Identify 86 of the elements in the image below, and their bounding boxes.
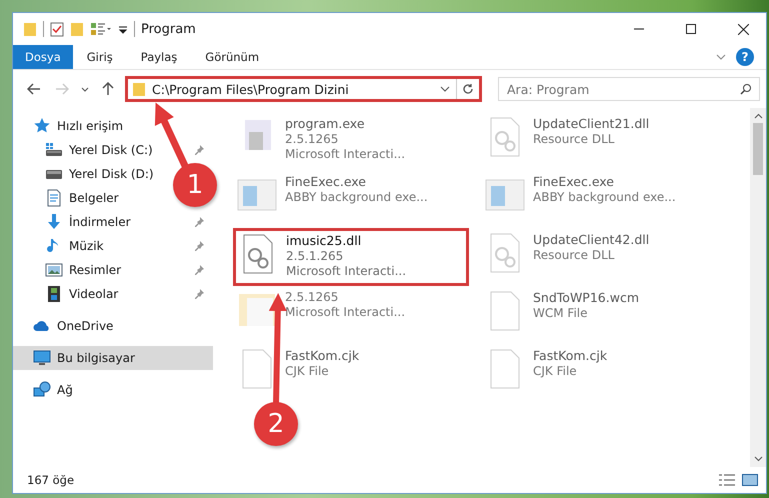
file-name: UpdateClient42.dll bbox=[533, 232, 650, 247]
file-tile[interactable]: 2.5.1265 Microsoft Interacti... bbox=[233, 286, 469, 344]
sidebar-item[interactable]: Yerel Disk (D:) bbox=[13, 162, 160, 186]
file-name: UpdateClient21.dll bbox=[533, 116, 650, 131]
file-tile[interactable]: imusic25.dll 2.5.1.265 Microsoft Interacti... bbox=[233, 228, 469, 286]
download-icon bbox=[45, 213, 63, 231]
sidebar-item[interactable]: Yerel Disk (C:) bbox=[13, 138, 213, 162]
drive-win-icon bbox=[45, 141, 63, 159]
close-icon[interactable] bbox=[738, 24, 748, 34]
chevron-down-icon[interactable] bbox=[81, 86, 89, 92]
address-bar[interactable]: C:\Program Files\Program Dizini bbox=[125, 76, 482, 102]
file-tile[interactable]: FastKom.cjk CJK File bbox=[481, 344, 717, 402]
file-tile[interactable]: FineExec.exe ABBY background exe... bbox=[233, 170, 469, 228]
file-name: SndToWP16.wcm bbox=[533, 290, 639, 305]
properties-icon[interactable] bbox=[90, 21, 112, 37]
ribbon-tab[interactable]: Dosya bbox=[13, 45, 73, 69]
minimize-icon[interactable] bbox=[634, 28, 644, 30]
file-tile[interactable]: FineExec.exe ABBY background exe... bbox=[481, 170, 717, 228]
chevron-up-icon[interactable] bbox=[754, 113, 762, 119]
chevron-down-icon[interactable] bbox=[754, 456, 762, 462]
ribbon-tab[interactable]: Paylaş bbox=[126, 45, 192, 69]
maximize-icon[interactable] bbox=[686, 24, 696, 34]
search-icon bbox=[740, 83, 752, 95]
file-name: FastKom.cjk bbox=[285, 348, 360, 363]
file-name: program.exe bbox=[285, 116, 366, 131]
sidebar-item[interactable]: Videolar bbox=[13, 282, 213, 306]
file-detail: Resource DLL bbox=[533, 248, 616, 262]
scrollbar[interactable] bbox=[750, 108, 766, 467]
sidebar-item[interactable]: Bu bilgisayar bbox=[13, 346, 213, 370]
file-detail: ABBY background exe... bbox=[533, 190, 676, 204]
monitor-icon bbox=[33, 349, 51, 367]
sidebar-item[interactable]: OneDrive bbox=[13, 314, 213, 338]
pin-icon[interactable] bbox=[193, 144, 205, 156]
file-detail: Microsoft Interacti... bbox=[285, 147, 406, 161]
file-detail: Microsoft Interacti... bbox=[286, 264, 406, 278]
pin-icon[interactable] bbox=[193, 264, 205, 276]
file-detail: 2.5.1265 bbox=[285, 290, 340, 304]
sidebar-item[interactable]: Belgeler bbox=[13, 186, 125, 210]
file-name: FineExec.exe bbox=[285, 174, 367, 189]
file-detail: WCM File bbox=[533, 306, 588, 320]
file-tile[interactable]: UpdateClient21.dll Resource DLL bbox=[481, 112, 717, 170]
up-arrow-icon[interactable] bbox=[102, 82, 114, 96]
file-detail: Microsoft Interacti... bbox=[285, 305, 406, 319]
pin-icon[interactable] bbox=[193, 288, 205, 300]
ribbon-tab[interactable]: Görünüm bbox=[191, 45, 274, 69]
file-detail: CJK File bbox=[533, 364, 578, 378]
item-count: 167 öğe bbox=[27, 473, 76, 487]
search-field[interactable]: Ara: Program bbox=[498, 77, 760, 101]
file-tile[interactable]: SndToWP16.wcm WCM File bbox=[481, 286, 717, 344]
window-title: Program bbox=[141, 22, 197, 36]
details-view-icon[interactable] bbox=[718, 473, 736, 487]
film-icon bbox=[45, 285, 63, 303]
document-icon bbox=[45, 189, 63, 207]
pin-icon[interactable] bbox=[193, 240, 205, 252]
file-name: imusic25.dll bbox=[286, 233, 362, 248]
back-arrow-icon[interactable] bbox=[27, 83, 41, 95]
sidebar-item[interactable]: Müzik bbox=[13, 234, 213, 258]
scrollbar-thumb[interactable] bbox=[753, 123, 763, 175]
sidebar-item[interactable]: Resimler bbox=[13, 258, 213, 282]
picture-icon bbox=[45, 261, 63, 279]
large-icons-view-icon[interactable] bbox=[742, 473, 758, 487]
star-icon bbox=[33, 117, 51, 135]
annotation-arrow bbox=[154, 102, 190, 170]
file-detail: 2.5.1265 bbox=[285, 132, 340, 146]
folder-icon bbox=[132, 81, 146, 97]
file-tile[interactable]: UpdateClient42.dll Resource DLL bbox=[481, 228, 717, 286]
help-button[interactable]: ? bbox=[736, 48, 754, 66]
file-name: FineExec.exe bbox=[533, 174, 615, 189]
chevron-down-icon[interactable] bbox=[716, 52, 726, 62]
sidebar-item[interactable]: Ağ bbox=[13, 378, 213, 402]
pin-icon[interactable] bbox=[193, 216, 205, 228]
checklist-icon[interactable] bbox=[50, 21, 64, 37]
sidebar-item[interactable]: Hızlı erişim bbox=[13, 114, 213, 138]
file-tile[interactable]: program.exe 2.5.1265 Microsoft Interacti... bbox=[233, 112, 469, 170]
file-tile[interactable]: FastKom.cjk CJK File bbox=[233, 344, 469, 402]
network-icon bbox=[33, 381, 51, 399]
sidebar-item[interactable]: İndirmeler bbox=[13, 210, 213, 234]
file-detail: CJK File bbox=[285, 364, 330, 378]
refresh-icon[interactable] bbox=[462, 83, 474, 95]
chevron-down-icon[interactable] bbox=[440, 85, 450, 93]
file-detail: ABBY background exe... bbox=[285, 190, 428, 204]
address-path: C:\Program Files\Program Dizini bbox=[151, 82, 350, 96]
file-name: FastKom.cjk bbox=[533, 348, 608, 363]
file-detail: 2.5.1.265 bbox=[286, 249, 344, 263]
ribbon-tab[interactable]: Giriş bbox=[72, 45, 127, 69]
file-detail: Resource DLL bbox=[533, 132, 616, 146]
